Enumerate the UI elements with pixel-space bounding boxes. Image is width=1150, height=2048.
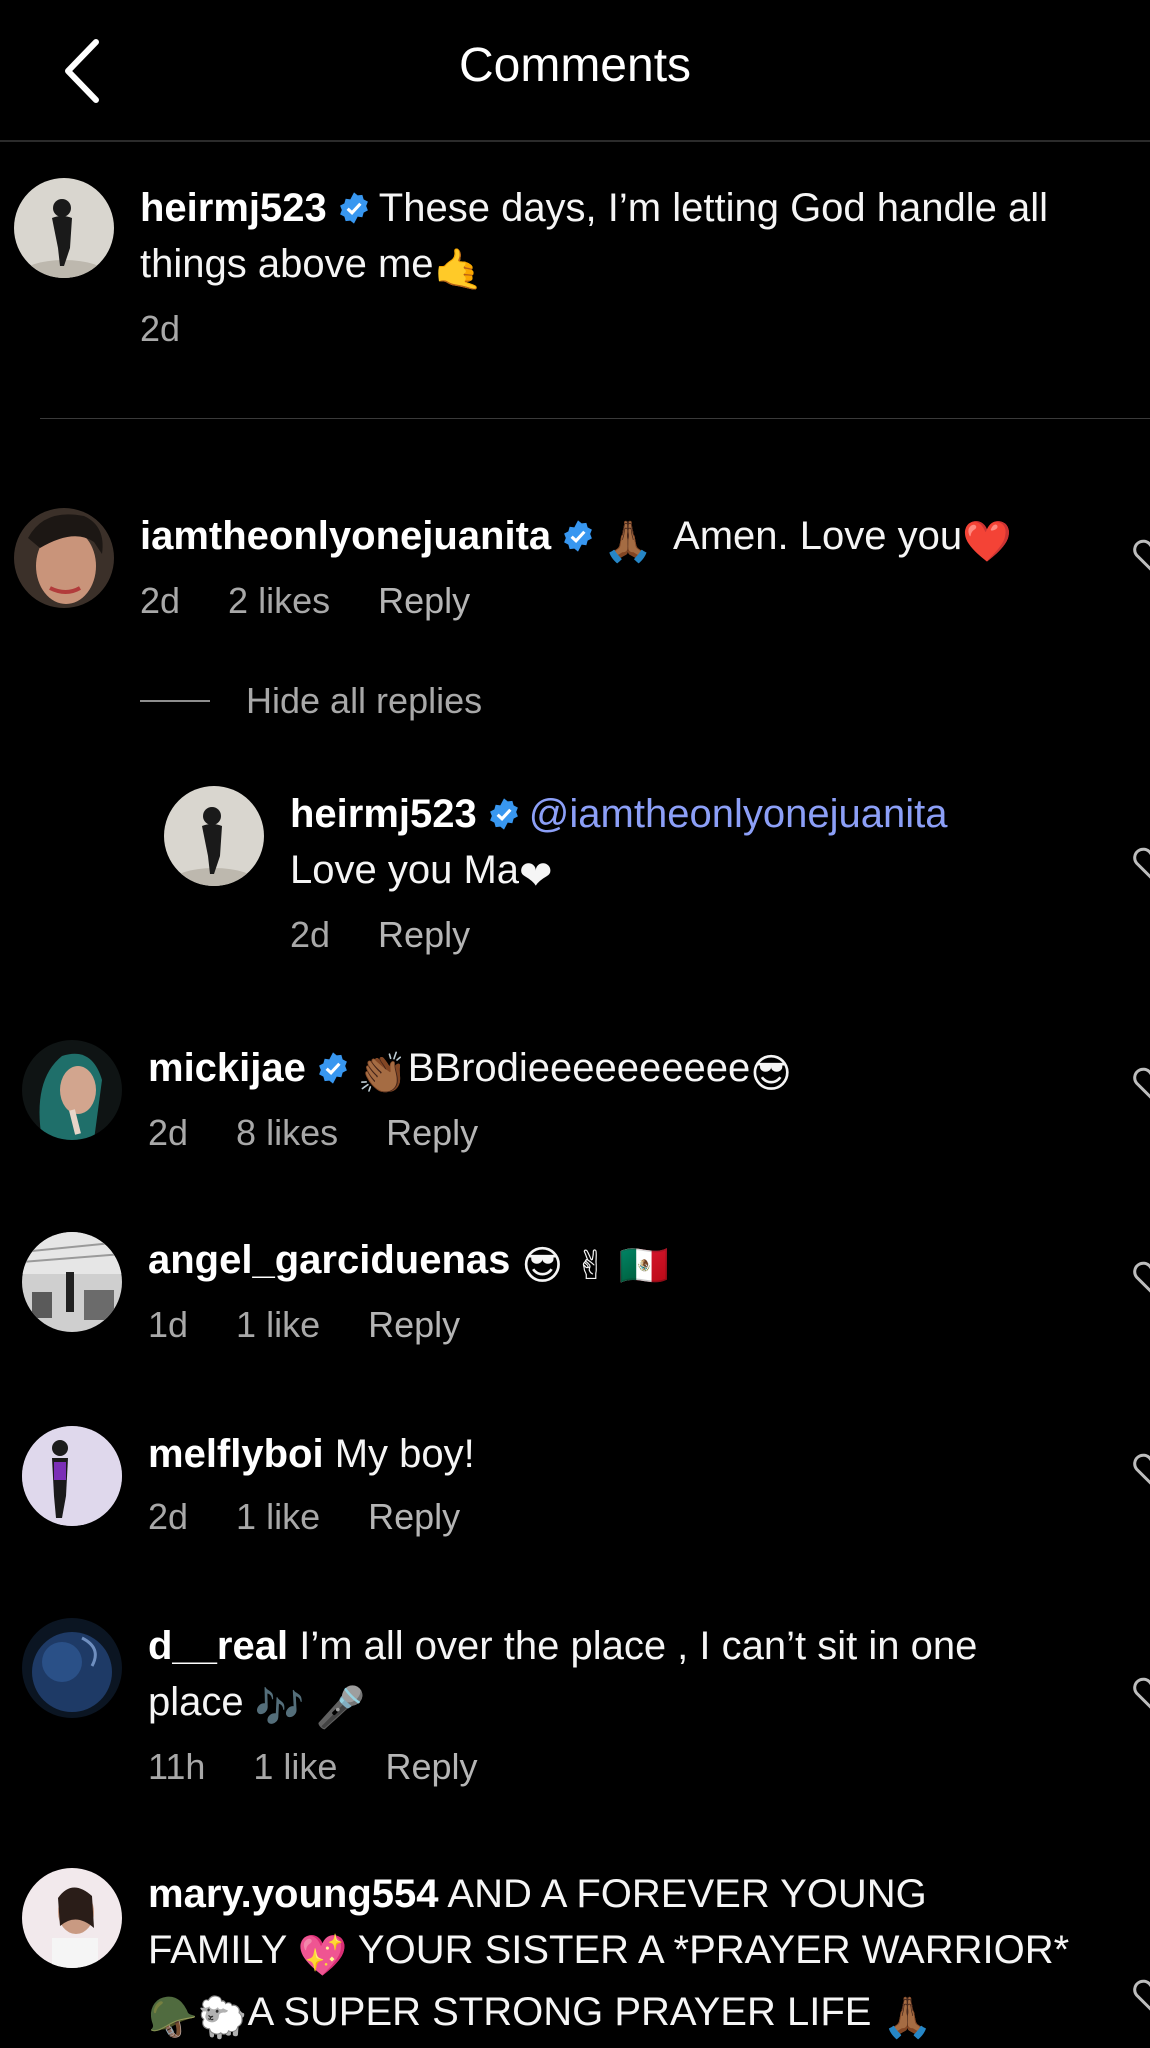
heart-icon[interactable] xyxy=(1132,1676,1150,1710)
avatar[interactable] xyxy=(22,1232,122,1332)
heart-icon[interactable] xyxy=(1132,1066,1150,1100)
comment-username[interactable]: melflyboi xyxy=(148,1432,324,1476)
comment-text: angel_garciduenas 😎 ✌ 🇲🇽 xyxy=(148,1232,1108,1294)
like-count[interactable]: 8 likes xyxy=(236,1112,338,1154)
white-heart-emoji: ❤ xyxy=(519,854,553,898)
caption-divider xyxy=(40,418,1150,419)
praying-hands-emoji: 🙏🏾 xyxy=(882,1996,933,2040)
timestamp: 1d xyxy=(148,1304,189,1345)
sparkling-heart-emoji: 💖 xyxy=(297,1934,348,1978)
reply-button[interactable]: Reply xyxy=(368,1496,460,1538)
verified-badge-icon xyxy=(339,192,368,224)
clapping-hands-emoji: 👏🏾 xyxy=(357,1052,408,1096)
reply-button[interactable]: Reply xyxy=(386,1112,478,1154)
like-count[interactable]: 2 likes xyxy=(228,580,330,622)
timestamp: 11h xyxy=(148,1746,206,1787)
timestamp: 2d xyxy=(140,580,181,621)
avatar[interactable] xyxy=(164,786,264,886)
header: Comments xyxy=(0,0,1150,142)
comment-text: mary.young554 AND A FOREVER YOUNG FAMILY… xyxy=(148,1866,1108,2046)
like-count[interactable]: 1 like xyxy=(253,1746,337,1788)
call-me-hand-emoji: 🤙 xyxy=(433,248,484,292)
heart-icon[interactable] xyxy=(1132,538,1150,572)
hide-replies-toggle[interactable]: Hide all replies xyxy=(140,680,482,722)
comment-meta: 1d 1 like Reply xyxy=(148,1304,508,1346)
caption-text: heirmj523 These days, I’m letting God han… xyxy=(140,180,1130,298)
comment-text: d__real I’m all over the place , I can’t… xyxy=(148,1618,1108,1736)
avatar[interactable] xyxy=(14,508,114,608)
helmet-sheep-emoji: 🪖🐑 xyxy=(148,1996,248,2040)
comment-text: mickijae 👏🏾BBrodieeeeeeeeee😎 xyxy=(148,1040,1108,1102)
emoji-group: 😎 ✌ 🇲🇽 xyxy=(521,1244,669,1288)
timestamp: 2d xyxy=(148,1112,189,1153)
reply-meta: 2d Reply xyxy=(290,914,518,956)
like-count[interactable]: 1 like xyxy=(236,1304,320,1346)
timestamp: 2d xyxy=(290,914,331,955)
avatar[interactable] xyxy=(22,1426,122,1526)
comment-username[interactable]: mickijae xyxy=(148,1046,306,1090)
reply-text: heirmj523 @iamtheonlyonejuanita Love you … xyxy=(290,786,1110,904)
timestamp: 2d xyxy=(148,1496,189,1537)
caption-meta: 2d xyxy=(140,308,228,350)
comment-meta: 2d 2 likes Reply xyxy=(140,580,518,622)
verified-badge-icon xyxy=(564,520,593,552)
hide-replies-label: Hide all replies xyxy=(246,680,483,721)
comment-username[interactable]: mary.young554 xyxy=(148,1872,439,1916)
avatar[interactable] xyxy=(22,1040,122,1140)
heart-icon[interactable] xyxy=(1132,1260,1150,1294)
reply-button[interactable]: Reply xyxy=(378,580,470,622)
verified-badge-icon xyxy=(489,798,518,830)
comment-username[interactable]: d__real xyxy=(148,1624,288,1668)
comment-meta: 2d 1 like Reply xyxy=(148,1496,508,1538)
heart-icon[interactable] xyxy=(1132,1978,1150,2012)
praying-hands-emoji: 🙏🏾 xyxy=(603,520,653,564)
reply-username[interactable]: heirmj523 xyxy=(290,792,477,836)
comment-text: iamtheonlyonejuanita 🙏🏾 Amen. Love you❤️ xyxy=(140,508,1100,570)
mention-link[interactable]: @iamtheonlyonejuanita xyxy=(529,792,948,836)
caption-username[interactable]: heirmj523 xyxy=(140,186,327,230)
page-title: Comments xyxy=(458,39,692,92)
divider-line xyxy=(140,700,210,702)
timestamp: 2d xyxy=(140,308,181,349)
verified-badge-icon xyxy=(319,1052,347,1084)
avatar[interactable] xyxy=(22,1868,122,1968)
avatar[interactable] xyxy=(14,178,114,278)
comments-screen: Comments heirmj523 These days, I’m lettin… xyxy=(0,0,1150,2048)
red-heart-emoji: ❤️ xyxy=(962,520,1012,564)
sunglasses-emoji: 😎 xyxy=(750,1052,792,1096)
comment-username[interactable]: iamtheonlyonejuanita xyxy=(140,514,551,558)
comment-meta: 2d 8 likes Reply xyxy=(148,1112,526,1154)
reply-button[interactable]: Reply xyxy=(378,914,470,956)
avatar[interactable] xyxy=(22,1618,122,1718)
comment-meta: 11h 1 like Reply xyxy=(148,1746,526,1788)
heart-icon[interactable] xyxy=(1132,846,1150,880)
reply-button[interactable]: Reply xyxy=(368,1304,460,1346)
heart-icon[interactable] xyxy=(1132,1452,1150,1486)
reply-button[interactable]: Reply xyxy=(385,1746,477,1788)
comment-username[interactable]: angel_garciduenas xyxy=(148,1238,510,1282)
music-mic-emoji: 🎶 🎤 xyxy=(254,1686,366,1730)
comment-text: melflyboi My boy! xyxy=(148,1432,475,1476)
like-count[interactable]: 1 like xyxy=(236,1496,320,1538)
